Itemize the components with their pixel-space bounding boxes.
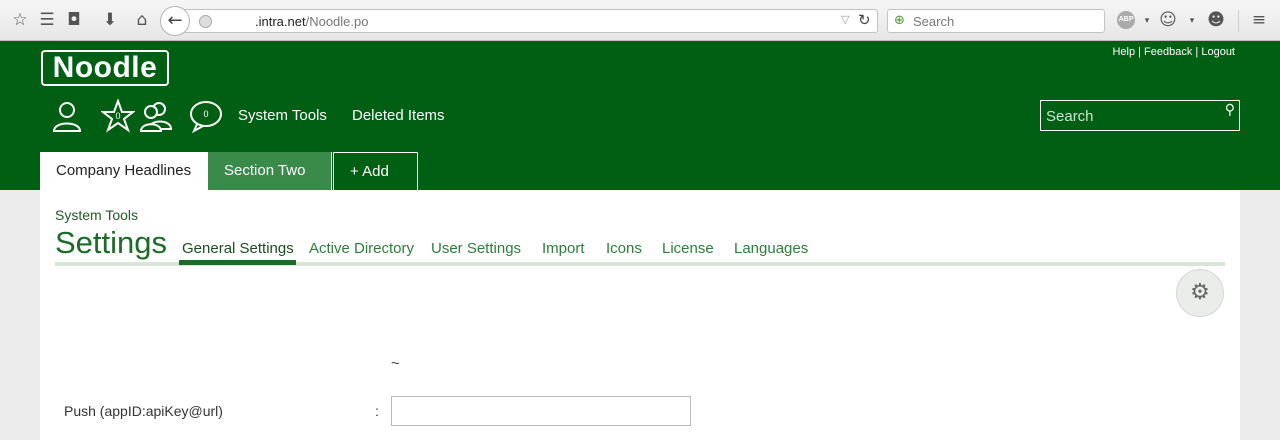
pocket-icon[interactable]: ◘	[64, 10, 84, 30]
back-button[interactable]: ←	[160, 6, 190, 36]
search-icon[interactable]: ⚲	[1225, 102, 1235, 118]
settings-gear-button[interactable]: ⚙	[1176, 269, 1224, 317]
feedback-link[interactable]: Feedback	[1144, 46, 1192, 58]
subtab-import[interactable]: Import	[542, 240, 585, 257]
bookmark-star-icon[interactable]: ☆	[10, 10, 30, 30]
abp-dropdown-icon[interactable]: ▾	[1137, 11, 1157, 31]
messages-count: 0	[203, 109, 209, 119]
globe-icon	[199, 15, 212, 28]
home-icon[interactable]: ⌂	[132, 10, 152, 30]
browser-search-input[interactable]: ⊕ Search	[887, 9, 1105, 33]
top-links: Help | Feedback | Logout	[1112, 46, 1235, 58]
url-text: .intra.net/Noodle.po	[255, 14, 369, 29]
logout-link[interactable]: Logout	[1201, 46, 1235, 58]
breadcrumb[interactable]: System Tools	[55, 207, 138, 223]
link-separator: |	[1192, 46, 1202, 58]
site-search-placeholder: Search	[1046, 108, 1094, 125]
url-bar[interactable]: .intra.net/Noodle.po ▽ ↻	[180, 9, 878, 33]
subtab-languages[interactable]: Languages	[734, 240, 808, 257]
active-subtab-indicator	[179, 260, 296, 265]
tab-company-headlines[interactable]: Company Headlines	[40, 152, 208, 190]
main-content: System Tools Settings General Settings A…	[40, 190, 1240, 440]
subtab-icons[interactable]: Icons	[606, 240, 642, 257]
persona-icon[interactable]: ☺	[1158, 10, 1178, 30]
url-dropdown-icon[interactable]: ▽	[841, 13, 849, 26]
nav-deleted-items[interactable]: Deleted Items	[352, 107, 445, 124]
nav-system-tools[interactable]: System Tools	[238, 107, 327, 124]
messages-icon[interactable]: 0	[189, 99, 223, 134]
push-field-label: Push (appID:apiKey@url)	[64, 403, 223, 419]
help-link[interactable]: Help	[1112, 46, 1135, 58]
gears-icon: ⚙	[1190, 280, 1210, 305]
reload-icon[interactable]: ↻	[858, 11, 871, 29]
favorites-count: 0	[115, 111, 121, 121]
browser-search-placeholder: Search	[913, 14, 955, 29]
add-tab-button[interactable]: + Add	[333, 152, 418, 190]
site-search-input[interactable]: Search ⚲	[1040, 100, 1240, 131]
site-header: Noodle Help | Feedback | Logout 0 0 Syst…	[0, 41, 1280, 190]
tab-section-two[interactable]: Section Two	[208, 152, 332, 190]
menu-icon[interactable]: ≡	[1249, 10, 1269, 30]
persona-dropdown-icon[interactable]: ▾	[1182, 11, 1202, 31]
browser-toolbar: ☆ ☰ ◘ ⬇ ⌂ .intra.net/Noodle.po ▽ ↻ ← ⊕ S…	[0, 0, 1280, 41]
page-title: Settings	[55, 225, 168, 260]
noodle-logo[interactable]: Noodle	[41, 50, 169, 86]
users-icon[interactable]	[139, 99, 173, 133]
link-separator: |	[1135, 46, 1145, 58]
profile-icon[interactable]	[50, 99, 84, 133]
tilde-marker: ~	[391, 355, 400, 372]
subtab-active-directory[interactable]: Active Directory	[309, 240, 414, 257]
favorites-icon[interactable]: 0	[100, 98, 136, 133]
push-field-colon: :	[375, 403, 379, 419]
download-icon[interactable]: ⬇	[100, 10, 120, 30]
reading-list-icon[interactable]: ☰	[37, 10, 57, 30]
search-engine-icon: ⊕	[894, 13, 905, 28]
subtab-general-settings[interactable]: General Settings	[182, 240, 294, 257]
subtab-user-settings[interactable]: User Settings	[431, 240, 521, 257]
subtab-license[interactable]: License	[662, 240, 714, 257]
adblock-icon[interactable]: ABP	[1117, 11, 1135, 29]
push-field-input[interactable]	[391, 396, 691, 426]
chat-icon[interactable]: ☻	[1206, 10, 1226, 30]
toolbar-divider	[1238, 10, 1239, 32]
